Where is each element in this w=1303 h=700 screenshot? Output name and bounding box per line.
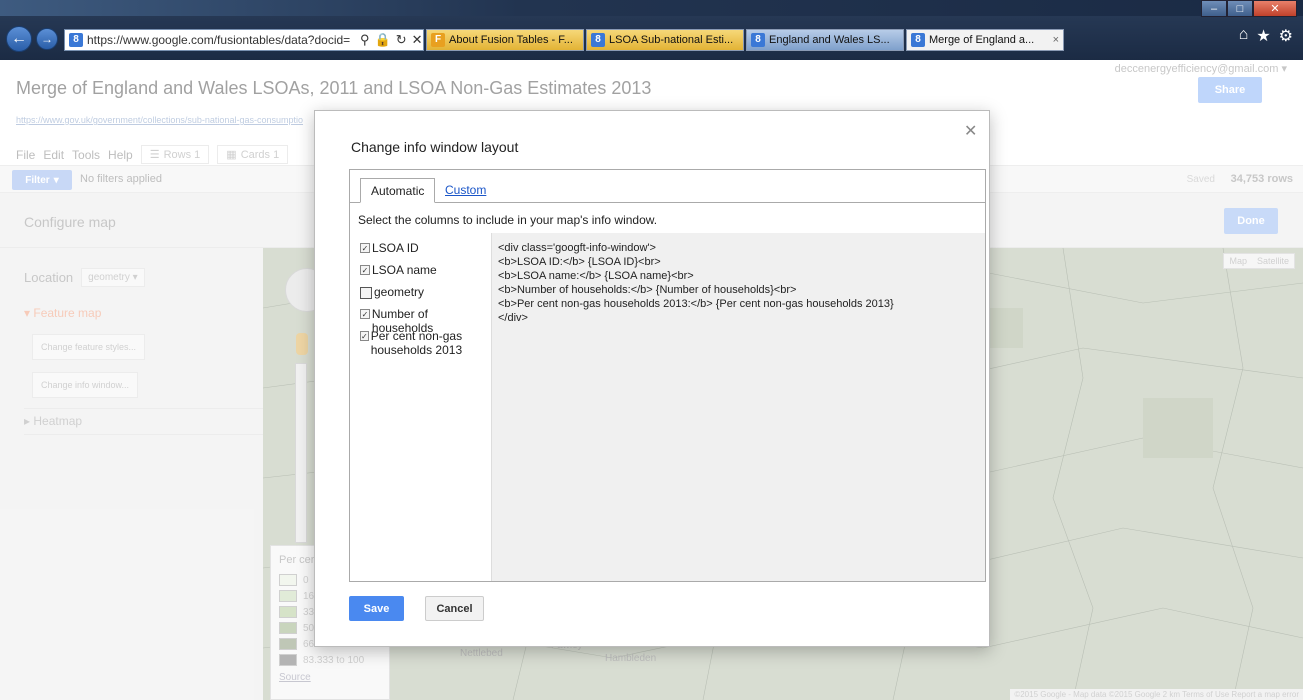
column-checkbox-lsoa-id[interactable]: ✓ LSOA ID bbox=[360, 241, 419, 255]
address-bar[interactable]: 8 https://www.google.com/fusiontables/da… bbox=[64, 29, 424, 51]
info-window-template: <div class='googft-info-window'> <b>LSOA… bbox=[492, 233, 985, 581]
minimize-button[interactable]: – bbox=[1201, 0, 1227, 17]
close-icon[interactable]: ✕ bbox=[964, 121, 977, 141]
browser-chrome: – □ ✕ ← → 8 https://www.google.com/fusio… bbox=[0, 0, 1303, 60]
cancel-button[interactable]: Cancel bbox=[425, 596, 484, 621]
code-line: </div> bbox=[498, 312, 528, 324]
dialog-instruction: Select the columns to include in your ma… bbox=[358, 213, 658, 227]
column-checkbox-non-gas[interactable]: ✓ Per cent non-gas households 2013 bbox=[360, 329, 488, 357]
tab-label: England and Wales LS... bbox=[769, 34, 890, 46]
browser-tab-lsoa-estimates[interactable]: 8 LSOA Sub-national Esti... bbox=[586, 29, 744, 51]
checkbox[interactable]: ✓ bbox=[360, 309, 370, 319]
fusion-favicon-icon: F bbox=[431, 33, 445, 47]
checkbox[interactable]: ✓ bbox=[360, 265, 370, 275]
window-titlebar: – □ ✕ bbox=[0, 0, 1303, 17]
browser-tab-england-wales[interactable]: 8 England and Wales LS... bbox=[746, 29, 904, 51]
maximize-button[interactable]: □ bbox=[1227, 0, 1253, 17]
star-icon[interactable]: ★ bbox=[1256, 26, 1270, 46]
gear-icon[interactable]: ⚙ bbox=[1279, 26, 1293, 46]
close-tab-icon[interactable]: × bbox=[1049, 34, 1059, 46]
browser-tab-about[interactable]: F About Fusion Tables - F... bbox=[426, 29, 584, 51]
column-checkbox-lsoa-name[interactable]: ✓ LSOA name bbox=[360, 263, 437, 277]
tab-label: LSOA Sub-national Esti... bbox=[609, 34, 734, 46]
google-favicon-icon: 8 bbox=[911, 33, 925, 47]
google-favicon-icon: 8 bbox=[69, 33, 83, 47]
dialog-tabs: Automatic Custom bbox=[350, 170, 985, 203]
home-icon[interactable]: ⌂ bbox=[1239, 26, 1249, 46]
column-checkbox-geometry[interactable]: geometry bbox=[360, 285, 424, 299]
tab-label: About Fusion Tables - F... bbox=[449, 34, 573, 46]
code-line: <b>LSOA name:</b> {LSOA name}<br> bbox=[498, 270, 694, 282]
save-button[interactable]: Save bbox=[349, 596, 404, 621]
column-list: ✓ LSOA ID ✓ LSOA name geometry ✓ Number of … bbox=[350, 233, 492, 581]
browser-tab-merge[interactable]: 8 Merge of England a... × bbox=[906, 29, 1064, 51]
tab-label: Merge of England a... bbox=[929, 34, 1035, 46]
stop-icon[interactable]: ✕ bbox=[412, 32, 423, 48]
google-favicon-icon: 8 bbox=[751, 33, 765, 47]
back-button[interactable]: ← bbox=[6, 26, 32, 52]
checkbox[interactable]: ✓ bbox=[360, 243, 370, 253]
code-line: <b>LSOA ID:</b> {LSOA ID}<br> bbox=[498, 256, 661, 268]
forward-button[interactable]: → bbox=[36, 28, 58, 50]
info-window-dialog: ✕ Change info window layout Automatic Cu… bbox=[314, 110, 990, 647]
navigation-row: ← → 8 https://www.google.com/fusiontable… bbox=[0, 24, 1303, 60]
checkbox[interactable] bbox=[360, 287, 372, 299]
tab-automatic[interactable]: Automatic bbox=[360, 178, 436, 203]
checkbox[interactable]: ✓ bbox=[360, 331, 369, 341]
search-icon[interactable]: ⚲ bbox=[360, 32, 370, 48]
dialog-title: Change info window layout bbox=[351, 139, 519, 155]
refresh-icon[interactable]: ↻ bbox=[396, 32, 407, 48]
google-favicon-icon: 8 bbox=[591, 33, 605, 47]
code-line: <b>Per cent non-gas households 2013:</b>… bbox=[498, 298, 894, 310]
address-url: https://www.google.com/fusiontables/data… bbox=[87, 33, 351, 47]
code-line: <b>Number of households:</b> {Number of … bbox=[498, 284, 797, 296]
lock-icon[interactable]: 🔒 bbox=[375, 32, 391, 48]
dialog-panel: Automatic Custom Select the columns to i… bbox=[349, 169, 986, 582]
close-window-button[interactable]: ✕ bbox=[1253, 0, 1297, 17]
code-line: <div class='googft-info-window'> bbox=[498, 242, 656, 254]
tab-custom[interactable]: Custom bbox=[435, 178, 496, 203]
